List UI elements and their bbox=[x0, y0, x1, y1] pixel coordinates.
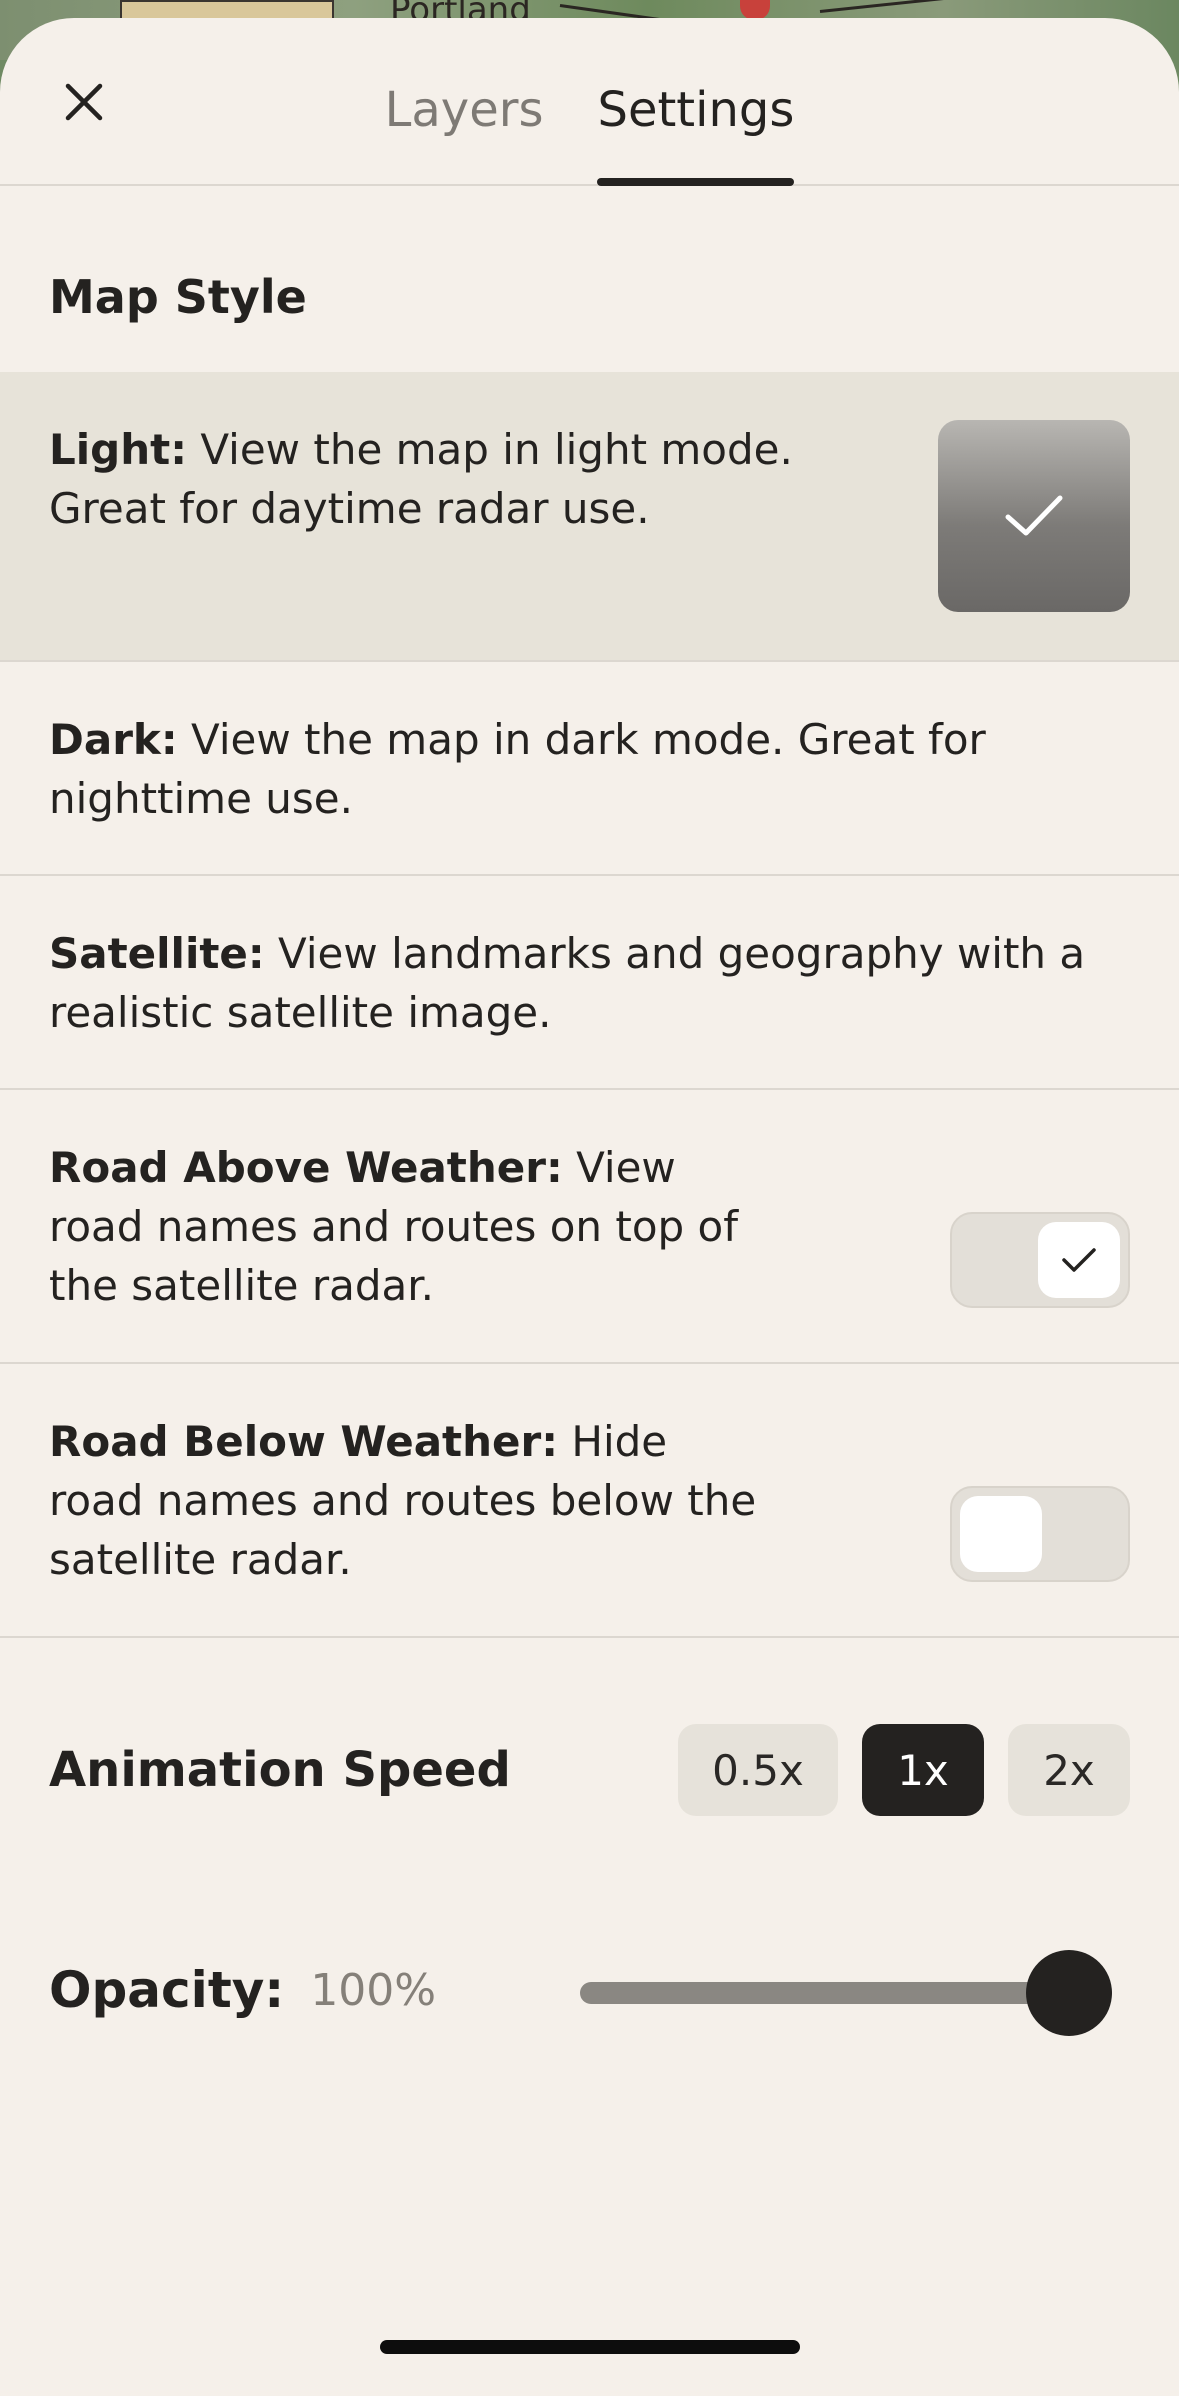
sheet-header: Layers Settings bbox=[0, 18, 1179, 186]
option-name: Light: bbox=[49, 425, 187, 474]
toggle-knob bbox=[1038, 1222, 1120, 1298]
speed-button-group: 0.5x 1x 2x bbox=[678, 1724, 1130, 1816]
option-desc: View the map in dark mode. Great for nig… bbox=[49, 715, 986, 823]
toggle-name: Road Below Weather: bbox=[49, 1417, 559, 1466]
option-name: Satellite: bbox=[49, 929, 265, 978]
road-below-weather-toggle[interactable] bbox=[950, 1486, 1130, 1582]
road-above-weather-row: Road Above Weather: View road names and … bbox=[0, 1090, 1179, 1364]
checkmark-icon bbox=[1062, 1248, 1096, 1272]
toggle-text: Road Above Weather: View road names and … bbox=[49, 1138, 769, 1315]
opacity-value: 100% bbox=[310, 1964, 437, 2016]
tab-layers[interactable]: Layers bbox=[385, 18, 544, 184]
section-title-map-style: Map Style bbox=[49, 270, 307, 324]
opacity-slider-thumb[interactable] bbox=[1026, 1950, 1112, 2036]
option-name: Dark: bbox=[49, 715, 178, 764]
road-above-weather-toggle[interactable] bbox=[950, 1212, 1130, 1308]
opacity-label: Opacity: bbox=[49, 1961, 285, 2019]
speed-button-2x[interactable]: 2x bbox=[1008, 1724, 1130, 1816]
animation-speed-label: Animation Speed bbox=[49, 1742, 511, 1798]
option-text: Light: View the map in light mode. Great… bbox=[49, 420, 909, 538]
settings-sheet: Layers Settings Map Style Light: View th… bbox=[0, 18, 1179, 2396]
option-text: Dark: View the map in dark mode. Great f… bbox=[49, 710, 1130, 828]
toggle-name: Road Above Weather: bbox=[49, 1143, 563, 1192]
opacity-row: Opacity: 100% bbox=[0, 1944, 1179, 2036]
road-below-weather-row: Road Below Weather: Hide road names and … bbox=[0, 1364, 1179, 1638]
speed-button-1x[interactable]: 1x bbox=[862, 1724, 984, 1816]
map-marker-icon bbox=[740, 0, 770, 20]
tab-bar: Layers Settings bbox=[0, 18, 1179, 186]
map-style-option-dark[interactable]: Dark: View the map in dark mode. Great f… bbox=[0, 662, 1179, 876]
opacity-slider[interactable] bbox=[580, 1950, 1112, 2036]
map-style-option-light[interactable]: Light: View the map in light mode. Great… bbox=[0, 372, 1179, 662]
map-style-option-satellite[interactable]: Satellite: View landmarks and geography … bbox=[0, 876, 1179, 1090]
selected-check-tile bbox=[938, 420, 1130, 612]
speed-button-0-5x[interactable]: 0.5x bbox=[678, 1724, 838, 1816]
toggle-text: Road Below Weather: Hide road names and … bbox=[49, 1412, 769, 1589]
option-text: Satellite: View landmarks and geography … bbox=[49, 924, 1130, 1042]
animation-speed-row: Animation Speed 0.5x 1x 2x bbox=[0, 1724, 1179, 1816]
home-indicator bbox=[380, 2340, 800, 2354]
checkmark-icon bbox=[1005, 495, 1063, 536]
map-road bbox=[819, 0, 980, 13]
tab-settings[interactable]: Settings bbox=[597, 18, 794, 186]
toggle-knob bbox=[960, 1496, 1042, 1572]
